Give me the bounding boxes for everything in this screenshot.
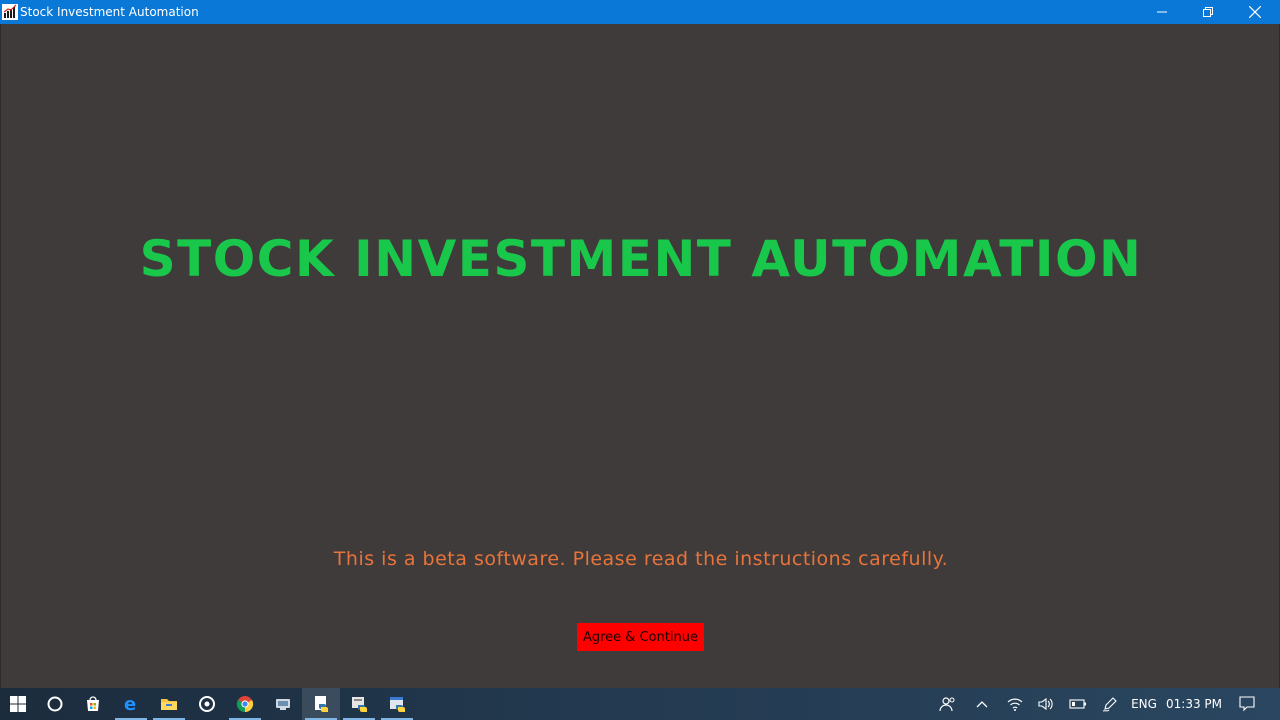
clock[interactable]: 01:33 PM	[1164, 688, 1224, 720]
taskbar-store[interactable]	[74, 688, 112, 720]
wifi-icon	[1007, 698, 1023, 711]
taskbar-python-app-1[interactable]	[302, 688, 340, 720]
taskbar-groove[interactable]	[188, 688, 226, 720]
close-button[interactable]	[1232, 0, 1278, 24]
taskbar-app[interactable]	[264, 688, 302, 720]
action-center-button[interactable]	[1234, 688, 1260, 720]
speaker-icon	[1038, 697, 1053, 711]
start-button[interactable]	[0, 688, 36, 720]
app-logo-icon	[2, 4, 18, 20]
battery-icon	[1069, 699, 1086, 709]
pen-icon	[1102, 697, 1117, 712]
cortana-button[interactable]	[36, 688, 74, 720]
beta-notice: This is a beta software. Please read the…	[333, 548, 949, 570]
taskbar-chrome[interactable]	[226, 688, 264, 720]
show-hidden-icons-button[interactable]	[970, 688, 994, 720]
taskbar: e ENG 01:33 PM	[0, 688, 1280, 720]
taskbar-python-app-3[interactable]	[378, 688, 416, 720]
taskbar-edge[interactable]: e	[112, 688, 150, 720]
chrome-icon	[236, 696, 254, 713]
taskbar-file-explorer[interactable]	[150, 688, 188, 720]
cortana-icon	[47, 696, 63, 712]
minimize-icon	[1157, 11, 1167, 13]
python-app-icon	[390, 697, 405, 712]
start-icon	[10, 696, 26, 712]
volume-button[interactable]	[1034, 688, 1058, 720]
app-icon	[276, 699, 290, 710]
restore-button[interactable]	[1185, 0, 1231, 24]
edge-icon: e	[124, 695, 136, 713]
file-explorer-icon	[161, 699, 177, 710]
people-icon	[939, 697, 955, 712]
python-app-icon	[315, 696, 328, 712]
store-icon	[87, 696, 99, 711]
people-button[interactable]	[934, 688, 962, 720]
minimize-button[interactable]	[1139, 0, 1185, 24]
taskbar-python-app-2[interactable]	[340, 688, 378, 720]
python-app-icon	[352, 697, 367, 712]
main-panel: STOCK INVESTMENT AUTOMATION This is a be…	[0, 24, 1280, 688]
input-language[interactable]: ENG	[1128, 688, 1160, 720]
groove-icon	[199, 696, 215, 712]
pen-workspace-button[interactable]	[1098, 688, 1122, 720]
svg-text:e: e	[124, 695, 136, 713]
close-icon	[1249, 6, 1261, 18]
window-title: Stock Investment Automation	[20, 5, 199, 19]
app-headline: STOCK INVESTMENT AUTOMATION	[139, 230, 1143, 288]
window-titlebar: Stock Investment Automation	[0, 0, 1280, 24]
chevron-up-icon	[976, 701, 988, 708]
battery-button[interactable]	[1066, 688, 1090, 720]
notification-icon	[1239, 696, 1255, 712]
restore-icon	[1203, 7, 1213, 17]
network-button[interactable]	[1003, 688, 1027, 720]
agree-continue-button[interactable]: Agree & Continue	[577, 623, 704, 651]
